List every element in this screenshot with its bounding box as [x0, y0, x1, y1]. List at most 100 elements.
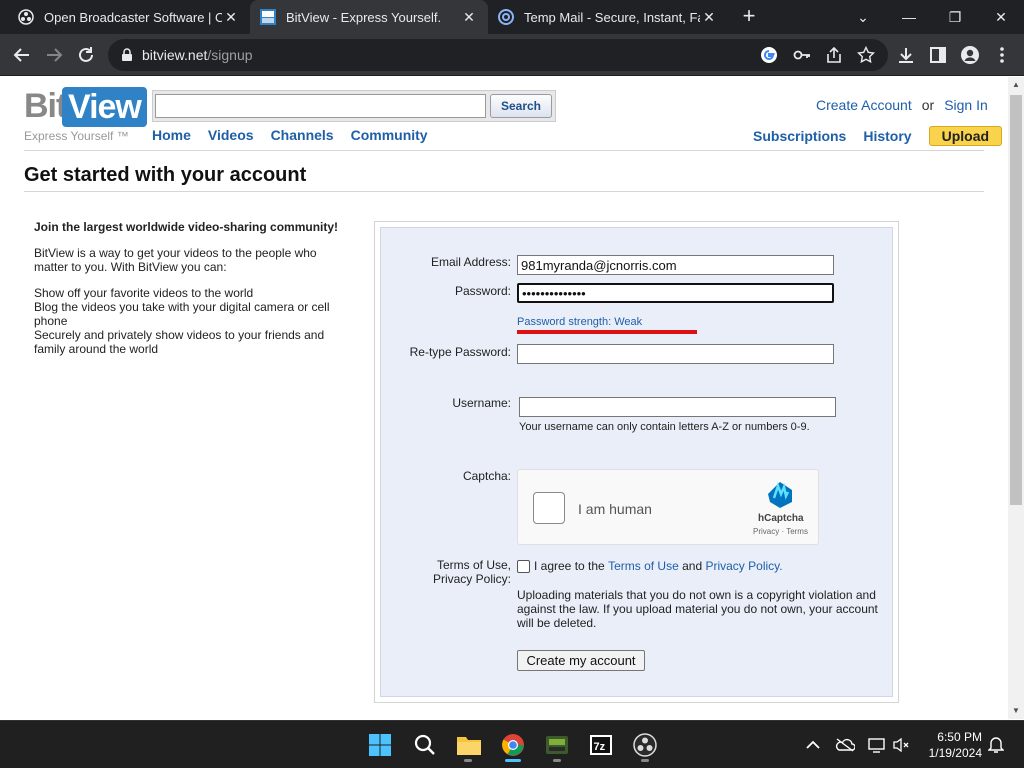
download-icon[interactable]	[894, 43, 918, 67]
menu-dots-icon[interactable]	[990, 43, 1014, 67]
captcha-label: Captcha:	[462, 469, 511, 483]
browser-toolbar: bitview.net/signup	[0, 34, 1024, 76]
header-divider	[24, 150, 984, 151]
chrome-icon[interactable]	[499, 731, 527, 759]
taskbar-active-indicator	[505, 759, 521, 762]
terms-of-use-link[interactable]: Terms of Use	[608, 559, 679, 573]
minimize-icon[interactable]: —	[886, 0, 932, 34]
forward-arrow-icon[interactable]	[42, 43, 66, 67]
email-field[interactable]	[517, 255, 834, 275]
restore-icon[interactable]: ❐	[932, 0, 978, 34]
windows-start-icon[interactable]	[366, 731, 394, 759]
page-scrollbar[interactable]: ▲ ▼	[1008, 77, 1024, 719]
password-strength-bar	[517, 330, 697, 334]
password-field[interactable]	[517, 283, 834, 303]
subscriptions-link[interactable]: Subscriptions	[753, 128, 846, 144]
address-bar[interactable]: bitview.net/signup	[108, 39, 888, 71]
close-tab-icon[interactable]: ✕	[460, 9, 478, 26]
upload-button[interactable]: Upload	[928, 126, 1003, 146]
captcha-text: I am human	[578, 501, 652, 517]
game-app-icon[interactable]	[543, 731, 571, 759]
email-label: Email Address:	[430, 255, 511, 269]
google-icon[interactable]	[760, 46, 778, 64]
seven-zip-icon[interactable]: 7z	[587, 731, 615, 759]
profile-avatar-icon[interactable]	[958, 43, 982, 67]
taskbar-indicator	[553, 759, 561, 762]
intro-list-item: Show off your favorite videos to the wor…	[34, 286, 254, 300]
bitview-logo[interactable]: Bit View Express Yourself ™	[24, 87, 147, 143]
key-icon[interactable]	[793, 47, 811, 63]
agree-checkbox[interactable]	[517, 559, 530, 573]
scroll-up-icon[interactable]: ▲	[1008, 77, 1024, 93]
account-links: Create Account or Sign In	[816, 97, 988, 113]
nav-community[interactable]: Community	[351, 127, 428, 143]
clock-time: 6:50 PM	[937, 730, 982, 744]
sign-in-link[interactable]: Sign In	[944, 97, 988, 113]
user-links: Subscriptions History Upload	[753, 126, 1003, 146]
side-panel-icon[interactable]	[926, 43, 950, 67]
web-page: Bit View Express Yourself ™ Search Home …	[0, 77, 1008, 719]
username-label: Username:	[452, 396, 511, 410]
onedrive-icon[interactable]	[835, 735, 855, 755]
page-title: Get started with your account	[24, 164, 307, 186]
system-clock[interactable]: 6:50 PM 1/19/2024	[920, 729, 982, 761]
search-button[interactable]: Search	[490, 94, 552, 118]
close-window-icon[interactable]: ✕	[978, 0, 1024, 34]
taskbar-indicator	[464, 759, 472, 762]
tab-tempmail[interactable]: Temp Mail - Secure, Instant, Fast ✕	[488, 0, 728, 34]
tray-chevron-up-icon[interactable]	[803, 735, 823, 755]
new-tab-plus-icon[interactable]: +	[737, 5, 761, 29]
copyright-warning: Uploading materials that you do not own …	[517, 588, 878, 630]
notification-bell-icon[interactable]	[986, 735, 1006, 755]
bitview-icon	[260, 9, 276, 25]
close-tab-icon[interactable]: ✕	[700, 9, 718, 26]
history-link[interactable]: History	[863, 128, 911, 144]
tab-obs[interactable]: Open Broadcaster Software | OBS ✕	[0, 0, 250, 34]
create-account-button[interactable]: Create my account	[517, 650, 645, 671]
retype-password-field[interactable]	[517, 344, 834, 364]
url-text: bitview.net/signup	[142, 47, 253, 63]
tab-bitview[interactable]: BitView - Express Yourself. ✕	[250, 0, 488, 34]
tab-search-chevron-icon[interactable]: ⌄	[840, 0, 886, 34]
reload-icon[interactable]	[74, 43, 98, 67]
back-arrow-icon[interactable]	[10, 43, 34, 67]
terms-label: Terms of Use, Privacy Policy:	[432, 558, 511, 586]
share-icon[interactable]	[825, 46, 843, 64]
or-text: or	[921, 97, 935, 113]
and-text: and	[682, 559, 703, 573]
network-icon[interactable]	[867, 735, 887, 755]
bookmark-star-icon[interactable]	[857, 46, 875, 64]
browser-tab-strip: Open Broadcaster Software | OBS ✕ BitVie…	[0, 0, 1024, 34]
signup-form: Email Address: Password: Password streng…	[380, 227, 893, 697]
username-hint: Your username can only contain letters A…	[519, 421, 810, 433]
tab-title: Temp Mail - Secure, Instant, Fast	[524, 9, 700, 25]
password-label: Password:	[454, 284, 511, 298]
nav-home[interactable]: Home	[152, 127, 191, 143]
hcaptcha-widget: I am human hCaptcha Privacy · Terms	[517, 469, 819, 545]
retype-password-label: Re-type Password:	[409, 345, 511, 359]
nav-videos[interactable]: Videos	[208, 127, 254, 143]
search-icon[interactable]	[411, 731, 439, 759]
volume-muted-icon[interactable]	[891, 735, 911, 755]
captcha-checkbox[interactable]	[533, 492, 565, 524]
search-input[interactable]	[155, 94, 486, 118]
captcha-links[interactable]: Privacy · Terms	[753, 527, 808, 536]
close-tab-icon[interactable]: ✕	[222, 9, 240, 26]
tab-title: Open Broadcaster Software | OBS	[44, 9, 222, 25]
scroll-thumb[interactable]	[1010, 95, 1022, 505]
logo-view-text: View	[62, 87, 147, 127]
intro-heading: Join the largest worldwide video-sharing…	[34, 220, 339, 234]
clock-date: 1/19/2024	[928, 746, 982, 760]
logo-tagline: Express Yourself ™	[24, 129, 129, 143]
privacy-policy-link[interactable]: Privacy Policy.	[705, 559, 782, 573]
username-field[interactable]	[519, 397, 836, 417]
nav-channels[interactable]: Channels	[271, 127, 334, 143]
intro-text: Join the largest worldwide video-sharing…	[34, 220, 344, 356]
obs-icon[interactable]	[631, 731, 659, 759]
site-info-icon[interactable]	[120, 48, 134, 62]
intro-list-item: Securely and privately show videos to yo…	[34, 328, 325, 356]
scroll-down-icon[interactable]: ▼	[1008, 703, 1024, 719]
create-account-link[interactable]: Create Account	[816, 97, 912, 113]
file-explorer-icon[interactable]	[455, 731, 483, 759]
site-search-bar: Search	[152, 90, 556, 122]
